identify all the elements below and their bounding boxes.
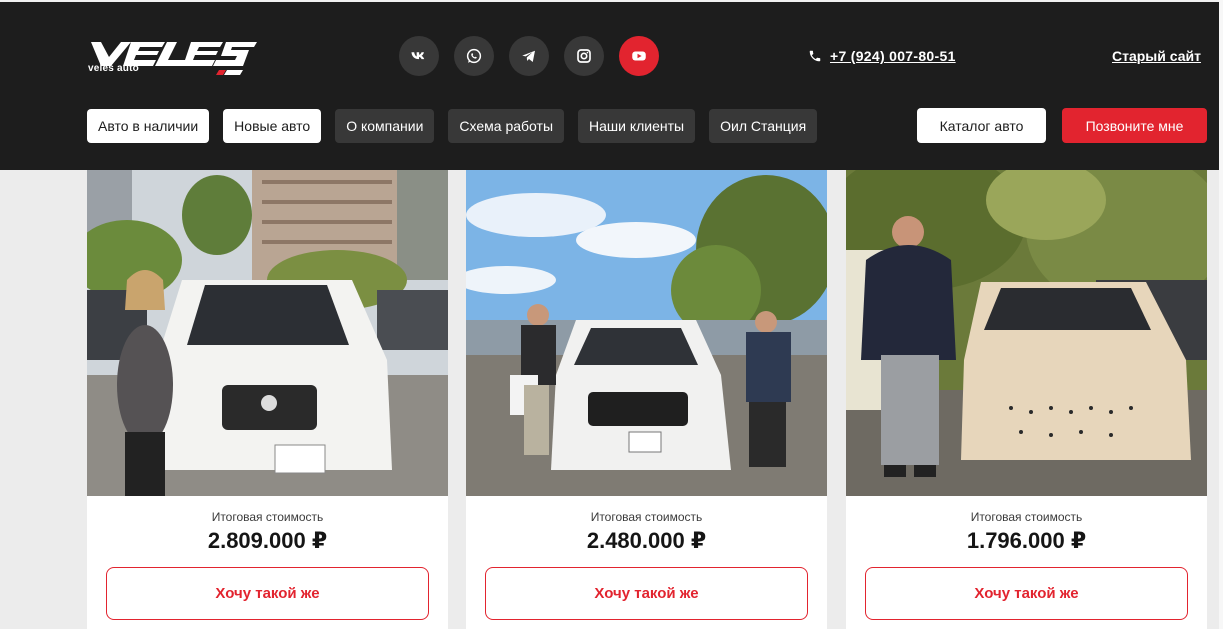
main-nav: Авто в наличии Новые авто О компании Схе… (87, 109, 818, 143)
instagram-icon[interactable] (564, 36, 604, 76)
phone-number[interactable]: +7 (924) 007-80-51 (830, 48, 956, 64)
phone-icon (809, 50, 821, 62)
logo-subtitle: veles auto (88, 63, 139, 74)
nav-item-in-stock[interactable]: Авто в наличии (87, 109, 210, 143)
telegram-icon[interactable] (509, 36, 549, 76)
catalog-button[interactable]: Каталог авто (917, 108, 1046, 143)
whatsapp-icon[interactable] (454, 36, 494, 76)
nav-item-workflow[interactable]: Схема работы (448, 109, 565, 143)
client-photo (846, 170, 1207, 496)
phone-contact[interactable]: +7 (924) 007-80-51 (808, 48, 956, 64)
nav-item-oil-station[interactable]: Оил Станция (709, 109, 818, 143)
scrollbar-track[interactable] (1219, 0, 1223, 629)
price-value: 1.796.000 ₽ (966, 528, 1087, 553)
vk-icon[interactable] (399, 36, 439, 76)
price-label: Итоговая стоимость (211, 510, 324, 524)
old-site-link[interactable]: Старый сайт (1112, 48, 1201, 64)
client-photo (87, 170, 448, 496)
client-card: Итоговая стоимость 2.480.000 ₽ Хочу тако… (466, 170, 827, 629)
client-photo (466, 170, 827, 496)
social-links (399, 36, 659, 76)
want-same-button[interactable]: Хочу такой же (485, 567, 808, 620)
price-value: 2.480.000 ₽ (586, 528, 707, 553)
site-header: veles auto +7 (924) 007-80-51 Старый сай… (0, 2, 1219, 170)
want-same-button[interactable]: Хочу такой же (106, 567, 429, 620)
price-label: Итоговая стоимость (970, 510, 1083, 524)
nav-item-new-cars[interactable]: Новые авто (223, 109, 322, 143)
call-me-button[interactable]: Позвоните мне (1062, 108, 1207, 143)
youtube-icon[interactable] (619, 36, 659, 76)
client-card: Итоговая стоимость 1.796.000 ₽ Хочу тако… (846, 170, 1207, 629)
price-label: Итоговая стоимость (590, 510, 703, 524)
price-value: 2.809.000 ₽ (207, 528, 328, 553)
nav-item-about[interactable]: О компании (335, 109, 435, 143)
client-card: Итоговая стоимость 2.809.000 ₽ Хочу тако… (87, 170, 448, 629)
nav-item-clients[interactable]: Наши клиенты (578, 109, 696, 143)
want-same-button[interactable]: Хочу такой же (865, 567, 1188, 620)
